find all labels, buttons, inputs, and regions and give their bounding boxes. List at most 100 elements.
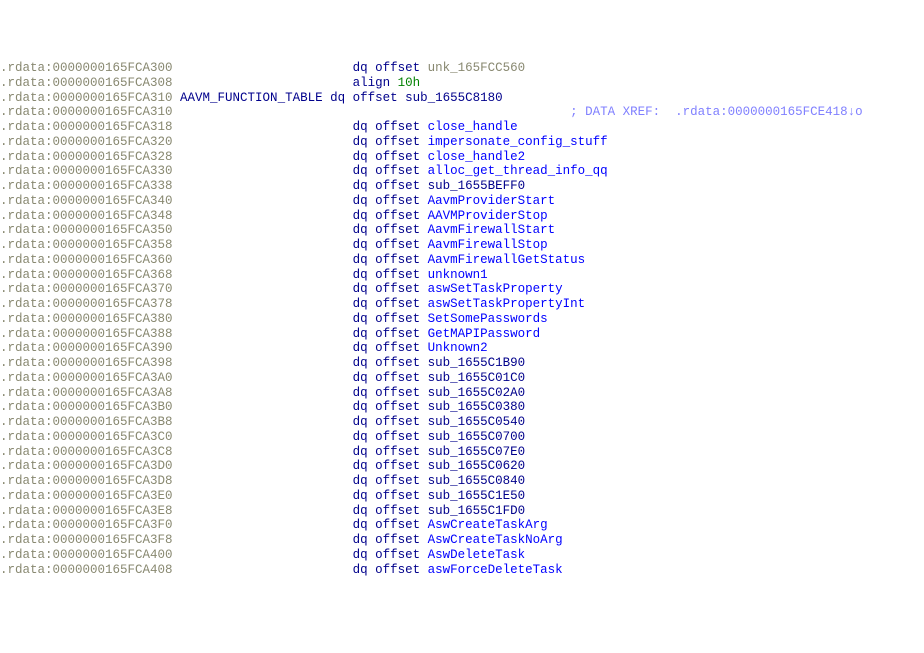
directive-dq-offset: dq offset: [353, 489, 421, 503]
segment-address: .rdata:0000000165FCA308: [0, 76, 173, 90]
symbol-ref[interactable]: sub_1655C0700: [428, 430, 526, 444]
segment-address: .rdata:0000000165FCA3A0: [0, 371, 173, 385]
symbol-ref[interactable]: close_handle2: [428, 150, 526, 164]
segment-address: .rdata:0000000165FCA3E0: [0, 489, 173, 503]
asm-line[interactable]: .rdata:0000000165FCA350 dq offset AavmFi…: [0, 223, 924, 238]
directive-dq-offset: dq offset: [353, 518, 421, 532]
symbol-ref[interactable]: sub_1655C1B90: [428, 356, 526, 370]
asm-line[interactable]: .rdata:0000000165FCA408 dq offset aswFor…: [0, 563, 924, 578]
directive-dq-offset: dq offset: [353, 209, 421, 223]
symbol-ref[interactable]: AswDeleteTask: [428, 548, 526, 562]
symbol-definition[interactable]: AAVM_FUNCTION_TABLE: [180, 91, 323, 105]
asm-line[interactable]: .rdata:0000000165FCA340 dq offset AavmPr…: [0, 194, 924, 209]
symbol-ref[interactable]: sub_1655BEFF0: [428, 179, 526, 193]
directive-dq-offset: dq offset: [353, 459, 421, 473]
directive-dq-offset: dq offset: [353, 238, 421, 252]
symbol-ref[interactable]: impersonate_config_stuff: [428, 135, 608, 149]
segment-address: .rdata:0000000165FCA368: [0, 268, 173, 282]
symbol-ref[interactable]: sub_1655C0540: [428, 415, 526, 429]
asm-line[interactable]: .rdata:0000000165FCA300 dq offset unk_16…: [0, 61, 924, 76]
directive-dq-offset: dq offset: [353, 415, 421, 429]
symbol-ref[interactable]: AavmProviderStart: [428, 194, 556, 208]
asm-line[interactable]: .rdata:0000000165FCA3A8 dq offset sub_16…: [0, 386, 924, 401]
segment-address: .rdata:0000000165FCA398: [0, 356, 173, 370]
segment-address: .rdata:0000000165FCA330: [0, 164, 173, 178]
directive-dq-offset: dq offset: [353, 179, 421, 193]
segment-address: .rdata:0000000165FCA348: [0, 209, 173, 223]
segment-address: .rdata:0000000165FCA320: [0, 135, 173, 149]
asm-line[interactable]: .rdata:0000000165FCA310 AAVM_FUNCTION_TA…: [0, 91, 924, 106]
symbol-ref[interactable]: AswCreateTaskArg: [428, 518, 548, 532]
segment-address: .rdata:0000000165FCA378: [0, 297, 173, 311]
asm-line[interactable]: .rdata:0000000165FCA360 dq offset AavmFi…: [0, 253, 924, 268]
segment-address: .rdata:0000000165FCA408: [0, 563, 173, 577]
symbol-ref[interactable]: alloc_get_thread_info_qq: [428, 164, 608, 178]
asm-line[interactable]: .rdata:0000000165FCA328 dq offset close_…: [0, 150, 924, 165]
asm-line[interactable]: .rdata:0000000165FCA3E8 dq offset sub_16…: [0, 504, 924, 519]
directive-dq-offset: dq offset: [353, 327, 421, 341]
asm-line[interactable]: .rdata:0000000165FCA320 dq offset impers…: [0, 135, 924, 150]
asm-line[interactable]: .rdata:0000000165FCA380 dq offset SetSom…: [0, 312, 924, 327]
asm-line[interactable]: .rdata:0000000165FCA3A0 dq offset sub_16…: [0, 371, 924, 386]
symbol-ref[interactable]: aswForceDeleteTask: [428, 563, 563, 577]
asm-line[interactable]: .rdata:0000000165FCA370 dq offset aswSet…: [0, 282, 924, 297]
asm-line[interactable]: .rdata:0000000165FCA358 dq offset AavmFi…: [0, 238, 924, 253]
segment-address: .rdata:0000000165FCA310: [0, 91, 173, 105]
symbol-ref[interactable]: close_handle: [428, 120, 518, 134]
symbol-ref[interactable]: sub_1655C1FD0: [428, 504, 526, 518]
symbol-ref[interactable]: sub_1655C0840: [428, 474, 526, 488]
asm-line[interactable]: .rdata:0000000165FCA390 dq offset Unknow…: [0, 341, 924, 356]
symbol-ref[interactable]: AAVMProviderStop: [428, 209, 548, 223]
asm-line[interactable]: .rdata:0000000165FCA378 dq offset aswSet…: [0, 297, 924, 312]
symbol-ref[interactable]: AswCreateTaskNoArg: [428, 533, 563, 547]
asm-line[interactable]: .rdata:0000000165FCA348 dq offset AAVMPr…: [0, 209, 924, 224]
asm-line[interactable]: .rdata:0000000165FCA398 dq offset sub_16…: [0, 356, 924, 371]
segment-address: .rdata:0000000165FCA318: [0, 120, 173, 134]
symbol-ref[interactable]: sub_1655C1E50: [428, 489, 526, 503]
asm-line[interactable]: .rdata:0000000165FCA3D0 dq offset sub_16…: [0, 459, 924, 474]
symbol-ref[interactable]: AavmFirewallStop: [428, 238, 548, 252]
asm-line[interactable]: .rdata:0000000165FCA330 dq offset alloc_…: [0, 164, 924, 179]
xref-comment[interactable]: ; DATA XREF: .rdata:0000000165FCE418↓o: [570, 105, 863, 119]
asm-line[interactable]: .rdata:0000000165FCA318 dq offset close_…: [0, 120, 924, 135]
directive-dq-offset: dq offset: [353, 504, 421, 518]
asm-line[interactable]: .rdata:0000000165FCA338 dq offset sub_16…: [0, 179, 924, 194]
symbol-ref[interactable]: sub_1655C0620: [428, 459, 526, 473]
symbol-ref[interactable]: sub_1655C07E0: [428, 445, 526, 459]
symbol-ref[interactable]: SetSomePasswords: [428, 312, 548, 326]
segment-address: .rdata:0000000165FCA300: [0, 61, 173, 75]
symbol-ref[interactable]: sub_1655C8180: [405, 91, 503, 105]
asm-line[interactable]: .rdata:0000000165FCA400 dq offset AswDel…: [0, 548, 924, 563]
asm-line[interactable]: .rdata:0000000165FCA3C8 dq offset sub_16…: [0, 445, 924, 460]
segment-address: .rdata:0000000165FCA380: [0, 312, 173, 326]
symbol-ref[interactable]: unknown1: [428, 268, 488, 282]
segment-address: .rdata:0000000165FCA3F0: [0, 518, 173, 532]
symbol-ref[interactable]: sub_1655C02A0: [428, 386, 526, 400]
asm-line[interactable]: .rdata:0000000165FCA388 dq offset GetMAP…: [0, 327, 924, 342]
asm-line[interactable]: .rdata:0000000165FCA3C0 dq offset sub_16…: [0, 430, 924, 445]
symbol-ref[interactable]: aswSetTaskPropertyInt: [428, 297, 586, 311]
asm-line[interactable]: .rdata:0000000165FCA3F8 dq offset AswCre…: [0, 533, 924, 548]
directive-dq-offset: dq offset: [353, 400, 421, 414]
asm-line[interactable]: .rdata:0000000165FCA3B0 dq offset sub_16…: [0, 400, 924, 415]
symbol-ref[interactable]: unk_165FCC560: [428, 61, 526, 75]
symbol-ref[interactable]: GetMAPIPassword: [428, 327, 541, 341]
symbol-ref[interactable]: AavmFirewallStart: [428, 223, 556, 237]
asm-line[interactable]: .rdata:0000000165FCA3F0 dq offset AswCre…: [0, 518, 924, 533]
asm-line-xref[interactable]: .rdata:0000000165FCA310 ; DATA XREF: .rd…: [0, 105, 924, 120]
symbol-ref[interactable]: sub_1655C0380: [428, 400, 526, 414]
asm-line[interactable]: .rdata:0000000165FCA3B8 dq offset sub_16…: [0, 415, 924, 430]
symbol-ref[interactable]: Unknown2: [428, 341, 488, 355]
asm-line[interactable]: .rdata:0000000165FCA3E0 dq offset sub_16…: [0, 489, 924, 504]
segment-address: .rdata:0000000165FCA340: [0, 194, 173, 208]
asm-line[interactable]: .rdata:0000000165FCA3D8 dq offset sub_16…: [0, 474, 924, 489]
segment-address: .rdata:0000000165FCA3F8: [0, 533, 173, 547]
symbol-ref[interactable]: AavmFirewallGetStatus: [428, 253, 586, 267]
directive-dq-offset: dq offset: [353, 150, 421, 164]
asm-line[interactable]: .rdata:0000000165FCA368 dq offset unknow…: [0, 268, 924, 283]
directive-dq-offset: dq offset: [353, 563, 421, 577]
symbol-ref[interactable]: aswSetTaskProperty: [428, 282, 563, 296]
symbol-ref[interactable]: sub_1655C01C0: [428, 371, 526, 385]
asm-line[interactable]: .rdata:0000000165FCA308 align 10h: [0, 76, 924, 91]
directive-dq-offset: dq offset: [353, 223, 421, 237]
